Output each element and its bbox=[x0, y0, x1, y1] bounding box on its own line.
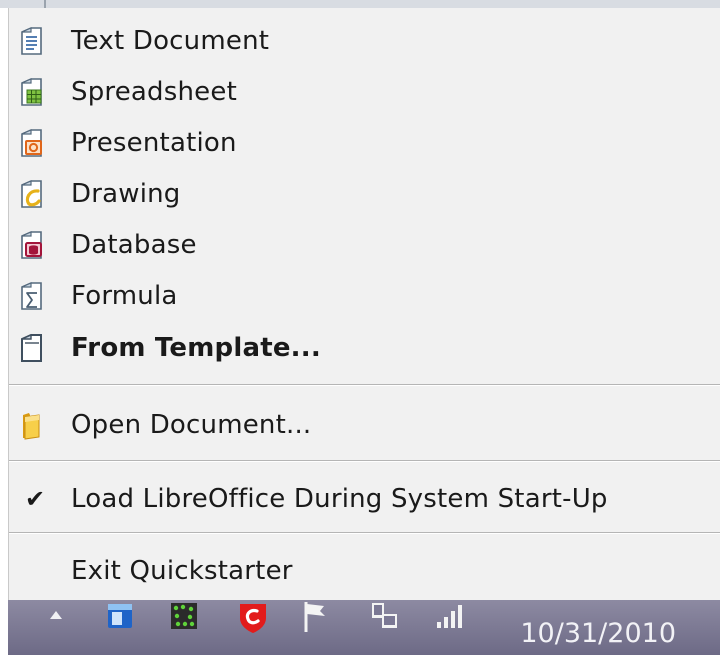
desktop-edge bbox=[0, 0, 720, 8]
spreadsheet-icon bbox=[21, 78, 42, 106]
template-icon bbox=[21, 333, 42, 362]
menu-item-drawing[interactable]: Drawing bbox=[9, 169, 720, 219]
quickstarter-context-menu: Text Document Spreadsheet Presentation D… bbox=[8, 8, 720, 600]
drawing-icon bbox=[21, 180, 42, 208]
menu-item-label: Presentation bbox=[71, 128, 237, 158]
menu-item-label: Load LibreOffice During System Start-Up bbox=[71, 484, 608, 514]
formula-icon bbox=[21, 282, 42, 310]
taskbar: 10/31/2010 bbox=[8, 600, 720, 655]
menu-separator bbox=[9, 460, 720, 462]
menu-item-text-document[interactable]: Text Document bbox=[9, 16, 720, 66]
menu-item-label: Database bbox=[71, 230, 197, 260]
menu-item-from-template[interactable]: From Template... bbox=[9, 323, 720, 373]
app-window-icon[interactable] bbox=[104, 600, 136, 655]
database-icon bbox=[21, 231, 42, 259]
folder-icon bbox=[23, 413, 40, 440]
green-dots-icon[interactable] bbox=[168, 600, 200, 655]
signal-bars-icon[interactable] bbox=[434, 600, 470, 655]
text-document-icon bbox=[21, 27, 42, 55]
menu-item-label: Exit Quickstarter bbox=[71, 556, 293, 586]
presentation-icon bbox=[21, 129, 42, 157]
menu-item-label: Spreadsheet bbox=[71, 77, 237, 107]
menu-separator bbox=[9, 384, 720, 386]
menu-item-label: From Template... bbox=[71, 333, 321, 363]
menu-item-label: Formula bbox=[71, 281, 178, 311]
menu-item-formula[interactable]: Formula bbox=[9, 271, 720, 321]
flag-icon[interactable] bbox=[300, 600, 332, 655]
menu-separator bbox=[9, 532, 720, 534]
menu-item-database[interactable]: Database bbox=[9, 220, 720, 270]
menu-item-spreadsheet[interactable]: Spreadsheet bbox=[9, 67, 720, 117]
checkmark-icon: ✔ bbox=[25, 485, 46, 513]
menu-item-presentation[interactable]: Presentation bbox=[9, 118, 720, 168]
menu-item-label: Drawing bbox=[71, 179, 181, 209]
menu-item-open-document[interactable]: Open Document... bbox=[9, 400, 720, 450]
red-shield-icon[interactable] bbox=[236, 600, 270, 655]
network-icon[interactable] bbox=[368, 600, 402, 655]
menu-item-exit-quickstarter[interactable]: Exit Quickstarter bbox=[9, 546, 720, 596]
desktop-divider bbox=[44, 0, 46, 8]
taskbar-clock[interactable]: 10/31/2010 bbox=[520, 618, 676, 649]
menu-item-label: Text Document bbox=[71, 26, 270, 56]
menu-item-label: Open Document... bbox=[71, 410, 312, 440]
show-hidden-icons-arrow-icon[interactable] bbox=[48, 600, 64, 655]
menu-item-load-on-startup[interactable]: ✔ Load LibreOffice During System Start-U… bbox=[9, 474, 720, 524]
